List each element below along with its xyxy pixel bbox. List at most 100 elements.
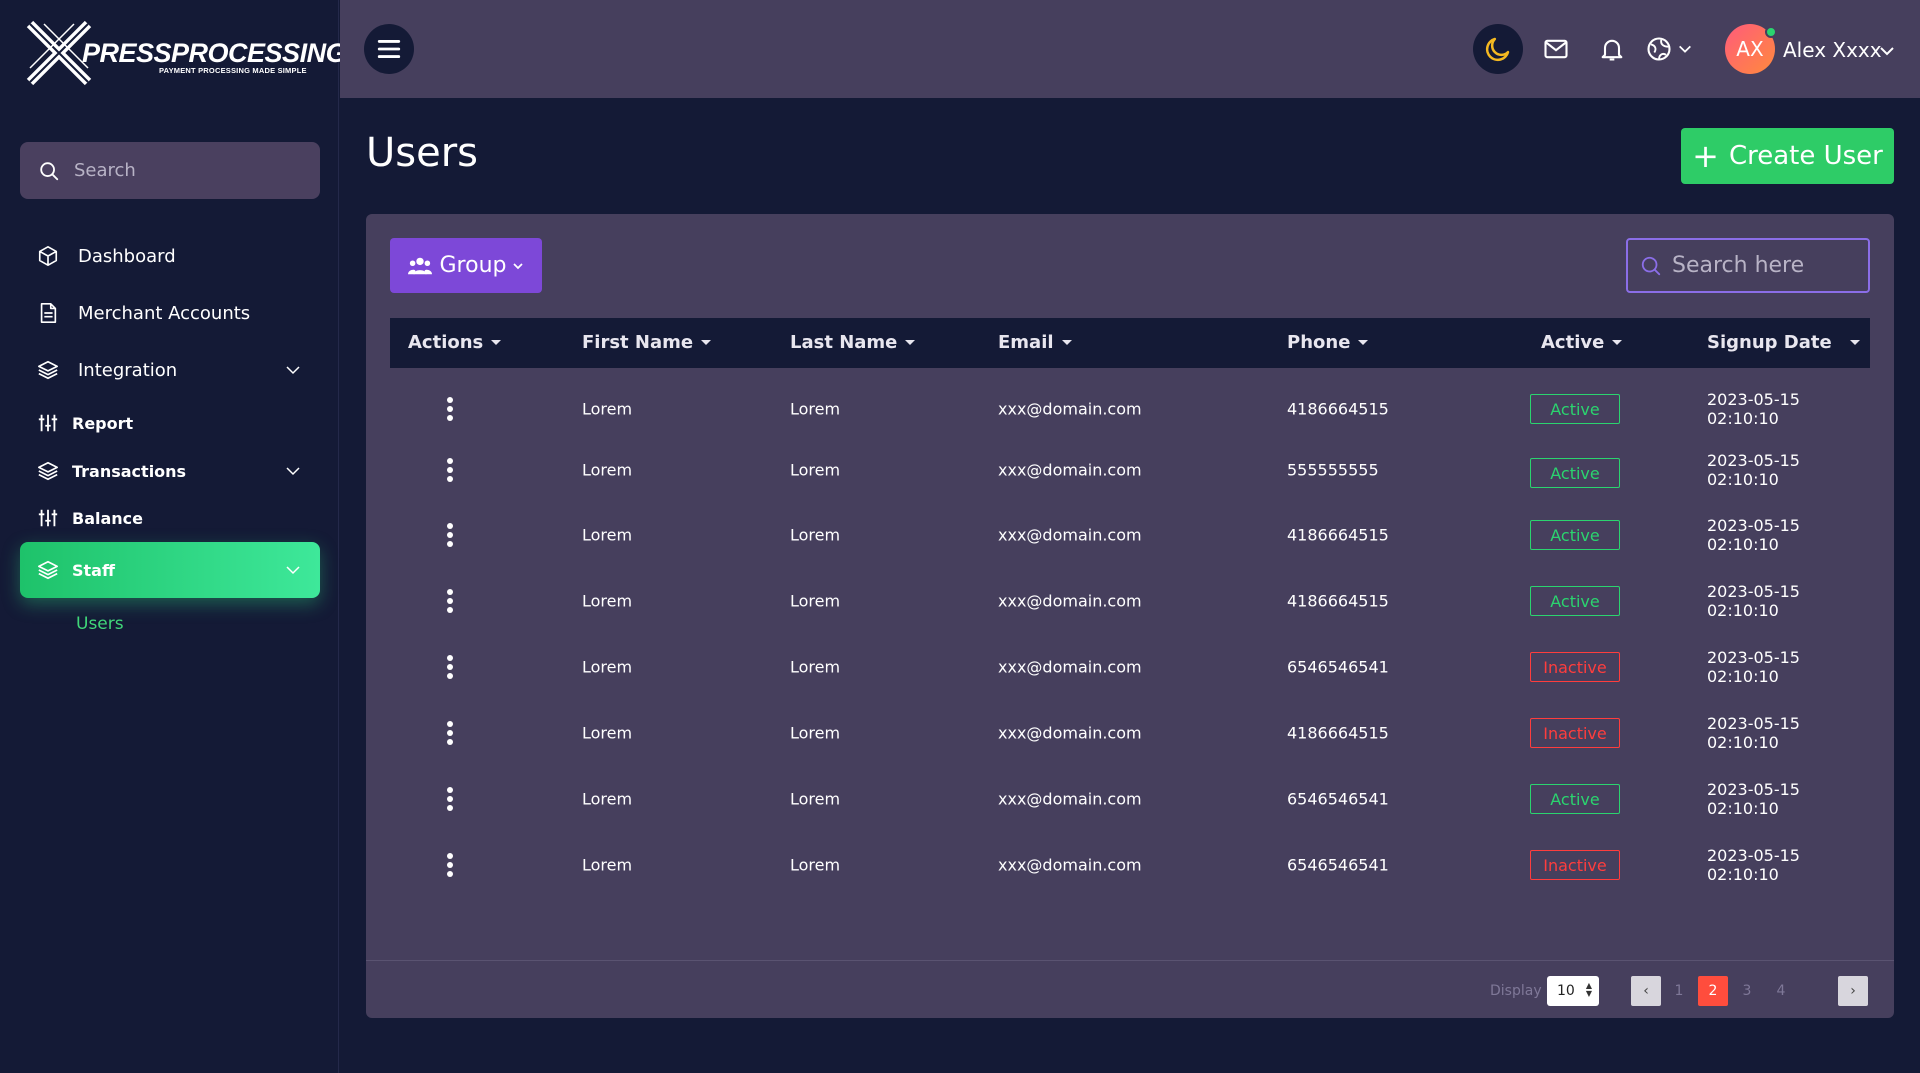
user-avatar[interactable]: AX bbox=[1725, 24, 1777, 74]
online-status-dot bbox=[1765, 26, 1777, 38]
row-actions-menu[interactable] bbox=[446, 397, 454, 421]
row-actions-menu[interactable] bbox=[446, 853, 454, 877]
cell-email: xxx@domain.com bbox=[998, 723, 1142, 743]
cell-email: xxx@domain.com bbox=[998, 525, 1142, 545]
table-footer-divider bbox=[366, 960, 1894, 961]
column-label: Signup Date bbox=[1707, 332, 1832, 353]
cell-last-name: Lorem bbox=[790, 525, 841, 545]
group-label: Group bbox=[439, 253, 507, 278]
sidebar-search-input[interactable]: Search bbox=[20, 142, 320, 199]
spinner-arrows-icon: ▲ ▼ bbox=[1585, 981, 1592, 998]
cell-first-name: Lorem bbox=[582, 460, 633, 480]
cell-first-name: Lorem bbox=[582, 657, 633, 677]
sidebar-item-integration[interactable]: Integration bbox=[20, 342, 320, 398]
cell-first-name: Lorem bbox=[582, 525, 633, 545]
status-badge: Active bbox=[1530, 458, 1620, 488]
column-header-last-name[interactable]: Last Name bbox=[790, 332, 916, 353]
sidebar-item-merchant-accounts[interactable]: Merchant Accounts bbox=[20, 285, 320, 341]
cell-phone: 4186664515 bbox=[1287, 723, 1389, 743]
row-actions-menu[interactable] bbox=[446, 589, 454, 613]
avatar-initials: AX bbox=[1736, 37, 1764, 61]
column-label: Phone bbox=[1287, 332, 1351, 353]
chevron-down-icon[interactable] bbox=[1878, 42, 1896, 60]
sort-caret-icon bbox=[491, 340, 502, 345]
notifications-button[interactable] bbox=[1587, 24, 1637, 74]
column-header-actions[interactable]: Actions bbox=[408, 332, 502, 353]
cell-phone: 6546546541 bbox=[1287, 855, 1389, 875]
page-title: Users bbox=[366, 130, 479, 176]
sidebar-item-dashboard[interactable]: Dashboard bbox=[20, 228, 320, 284]
document-icon bbox=[36, 301, 60, 325]
cube-icon bbox=[36, 244, 60, 268]
pagination-prev-button[interactable]: ‹ bbox=[1631, 976, 1661, 1006]
pagination-page-4[interactable]: 4 bbox=[1766, 976, 1796, 1006]
create-user-button[interactable]: + Create User bbox=[1681, 128, 1894, 184]
table-row: Lorem Lorem xxx@domain.com 4186664515 Ac… bbox=[390, 576, 1870, 626]
row-actions-menu[interactable] bbox=[446, 721, 454, 745]
sidebar: PRESSPROCESSING PAYMENT PROCESSING MADE … bbox=[0, 0, 347, 1073]
column-header-phone[interactable]: Phone bbox=[1287, 332, 1369, 353]
column-header-active[interactable]: Active bbox=[1541, 332, 1623, 353]
sort-caret-icon bbox=[1849, 340, 1860, 345]
pagination-page-2[interactable]: 2 bbox=[1698, 976, 1728, 1006]
cell-phone: 6546546541 bbox=[1287, 657, 1389, 677]
layers-icon bbox=[36, 558, 60, 582]
sort-caret-icon bbox=[905, 340, 916, 345]
row-actions-menu[interactable] bbox=[446, 523, 454, 547]
cell-email: xxx@domain.com bbox=[998, 855, 1142, 875]
sidebar-item-staff[interactable]: Staff bbox=[20, 542, 320, 598]
pagination-page-1[interactable]: 1 bbox=[1664, 976, 1694, 1006]
cell-first-name: Lorem bbox=[582, 399, 633, 419]
cell-last-name: Lorem bbox=[790, 789, 841, 809]
dark-mode-toggle[interactable] bbox=[1473, 24, 1523, 74]
sort-caret-icon bbox=[1061, 340, 1072, 345]
cell-last-name: Lorem bbox=[790, 657, 841, 677]
bell-icon bbox=[1601, 39, 1623, 61]
row-actions-menu[interactable] bbox=[446, 458, 454, 482]
pagination-page-3[interactable]: 3 bbox=[1732, 976, 1762, 1006]
page-size-select[interactable]: 10 ▲ ▼ bbox=[1547, 976, 1599, 1006]
row-actions-menu[interactable] bbox=[446, 787, 454, 811]
sidebar-item-transactions[interactable]: Transactions bbox=[20, 449, 320, 493]
cell-last-name: Lorem bbox=[790, 591, 841, 611]
sidebar-item-balance[interactable]: Balance bbox=[20, 496, 320, 540]
plus-icon: + bbox=[1692, 137, 1719, 175]
sidebar-search-placeholder: Search bbox=[74, 160, 136, 181]
group-dropdown-button[interactable]: Group bbox=[390, 238, 542, 293]
messages-button[interactable] bbox=[1531, 24, 1581, 74]
sidebar-subitem-users[interactable]: Users bbox=[76, 614, 124, 634]
cell-email: xxx@domain.com bbox=[998, 657, 1142, 677]
chevron-down-icon bbox=[1679, 45, 1691, 53]
row-actions-menu[interactable] bbox=[446, 655, 454, 679]
moon-icon bbox=[1485, 37, 1510, 62]
table-header: Actions First Name Last Name Email Phone… bbox=[390, 318, 1870, 368]
create-user-label: Create User bbox=[1728, 141, 1883, 171]
users-table-panel: Group Search here Actions First Name Las… bbox=[366, 214, 1894, 1018]
layers-icon bbox=[36, 459, 60, 483]
column-label: Email bbox=[998, 332, 1054, 353]
column-header-signup-date[interactable]: Signup Date bbox=[1707, 332, 1860, 353]
status-badge: Inactive bbox=[1530, 850, 1620, 880]
cell-phone: 4186664515 bbox=[1287, 591, 1389, 611]
status-badge: Active bbox=[1530, 586, 1620, 616]
cell-first-name: Lorem bbox=[582, 789, 633, 809]
users-group-icon bbox=[407, 257, 432, 274]
table-search-placeholder: Search here bbox=[1672, 253, 1805, 278]
sliders-icon bbox=[36, 506, 60, 530]
status-badge: Inactive bbox=[1530, 652, 1620, 682]
globe-icon bbox=[1647, 37, 1671, 61]
pagination-next-button[interactable]: › bbox=[1838, 976, 1868, 1006]
column-header-first-name[interactable]: First Name bbox=[582, 332, 712, 353]
sidebar-item-report[interactable]: Report bbox=[20, 401, 320, 445]
language-selector[interactable] bbox=[1639, 24, 1699, 74]
user-name[interactable]: Alex Xxxx bbox=[1783, 38, 1882, 62]
table-search-input[interactable]: Search here bbox=[1626, 238, 1870, 293]
mail-icon bbox=[1544, 39, 1568, 59]
table-row: Lorem Lorem xxx@domain.com 6546546541 In… bbox=[390, 642, 1870, 692]
column-label: Actions bbox=[408, 332, 484, 353]
cell-signup-date: 2023-05-15 02:10:10 bbox=[1707, 648, 1800, 686]
column-header-email[interactable]: Email bbox=[998, 332, 1072, 353]
table-row: Lorem Lorem xxx@domain.com 6546546541 In… bbox=[390, 840, 1870, 890]
brand-logo[interactable]: PRESSPROCESSING PAYMENT PROCESSING MADE … bbox=[26, 20, 347, 88]
menu-toggle-button[interactable] bbox=[364, 24, 414, 74]
